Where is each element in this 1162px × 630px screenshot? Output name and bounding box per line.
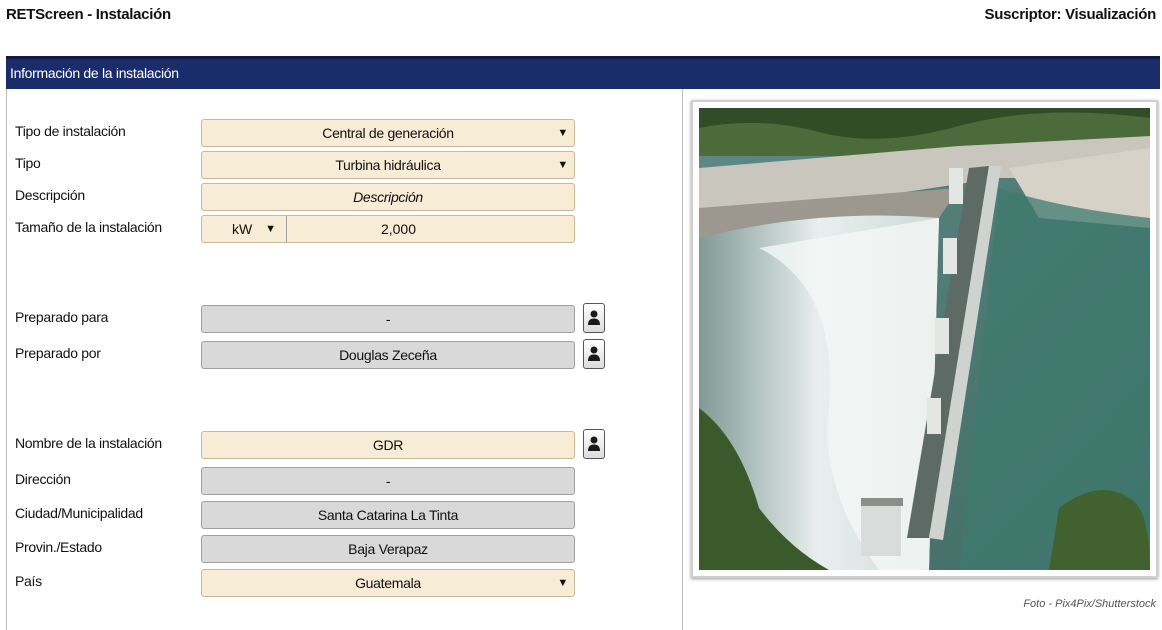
- prepared-by-row: Preparado por Douglas Zeceña: [15, 339, 679, 369]
- country-value: Guatemala: [355, 575, 421, 591]
- dropdown-caret-icon: ▼: [557, 159, 568, 171]
- facility-size-label: Tamaño de la instalación: [15, 219, 162, 235]
- dam-photo-image: [699, 108, 1150, 570]
- prepared-for-input[interactable]: -: [201, 305, 575, 333]
- type-value: Turbina hidráulica: [335, 157, 441, 173]
- facility-photo: [691, 100, 1158, 578]
- subscriber-label: Suscriptor: Visualización: [984, 6, 1157, 23]
- section-title: Información de la instalación: [10, 65, 179, 81]
- prepared-by-contact-button[interactable]: [583, 339, 605, 369]
- province-row: Provin./Estado Baja Verapaz: [15, 533, 679, 563]
- facility-size-input[interactable]: 2,000: [287, 215, 575, 243]
- city-row: Ciudad/Municipalidad Santa Catarina La T…: [15, 499, 679, 529]
- contact-person-icon: [588, 436, 600, 451]
- country-label: País: [15, 573, 42, 589]
- facility-name-input[interactable]: GDR: [201, 431, 575, 459]
- contact-person-icon: [588, 310, 600, 325]
- province-label: Provin./Estado: [15, 539, 102, 555]
- app-title: RETScreen - Instalación: [6, 6, 171, 23]
- facility-size-row: Tamaño de la instalación kW ▼ 2,000: [15, 213, 679, 243]
- prepared-for-label: Preparado para: [15, 309, 109, 325]
- photo-credit: Foto - Pix4Pix/Shutterstock: [1023, 598, 1156, 610]
- address-row: Dirección -: [15, 465, 679, 495]
- panel-divider: [682, 89, 683, 630]
- prepared-for-contact-button[interactable]: [583, 303, 605, 333]
- dropdown-caret-icon: ▼: [557, 577, 568, 589]
- size-unit-select[interactable]: kW ▼: [201, 215, 287, 243]
- description-input[interactable]: Descripción: [201, 183, 575, 211]
- facility-type-select[interactable]: Central de generación ▼: [201, 119, 575, 147]
- type-select[interactable]: Turbina hidráulica ▼: [201, 151, 575, 179]
- facility-name-label: Nombre de la instalación: [15, 435, 162, 451]
- facility-form: Tipo de instalación Central de generació…: [6, 89, 683, 630]
- type-label: Tipo: [15, 155, 41, 171]
- facility-name-contact-button[interactable]: [583, 429, 605, 459]
- size-unit-value: kW: [232, 221, 253, 237]
- country-select[interactable]: Guatemala ▼: [201, 569, 575, 597]
- description-row: Descripción Descripción: [15, 181, 679, 211]
- facility-type-value: Central de generación: [322, 125, 454, 141]
- province-input[interactable]: Baja Verapaz: [201, 535, 575, 563]
- dropdown-caret-icon: ▼: [265, 223, 276, 235]
- prepared-by-label: Preparado por: [15, 345, 101, 361]
- city-label: Ciudad/Municipalidad: [15, 505, 143, 521]
- prepared-by-input[interactable]: Douglas Zeceña: [201, 341, 575, 369]
- country-row: País Guatemala ▼: [15, 567, 679, 597]
- facility-type-row: Tipo de instalación Central de generació…: [15, 117, 679, 147]
- address-label: Dirección: [15, 471, 71, 487]
- facility-name-row: Nombre de la instalación GDR: [15, 429, 679, 459]
- city-input[interactable]: Santa Catarina La Tinta: [201, 501, 575, 529]
- address-input[interactable]: -: [201, 467, 575, 495]
- prepared-for-row: Preparado para -: [15, 303, 679, 333]
- type-row: Tipo Turbina hidráulica ▼: [15, 149, 679, 179]
- contact-person-icon: [588, 346, 600, 361]
- section-header: Información de la instalación: [6, 56, 1160, 89]
- dropdown-caret-icon: ▼: [557, 127, 568, 139]
- description-label: Descripción: [15, 187, 85, 203]
- facility-type-label: Tipo de instalación: [15, 123, 126, 139]
